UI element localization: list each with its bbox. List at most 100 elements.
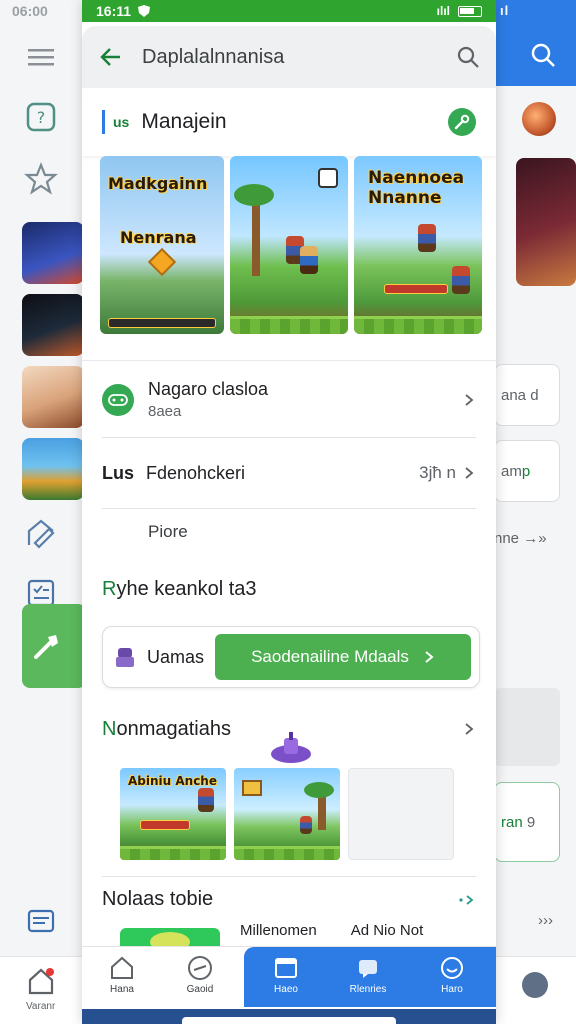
chevron-right-icon [465,393,474,406]
tree-icon [252,196,260,276]
row-title: Nagaro clasloa [148,379,269,399]
search-icon[interactable] [456,45,480,69]
nav-apps[interactable]: Haeo [256,955,316,995]
health-bar [140,820,190,830]
more-arrows-icon[interactable]: ››› [538,912,553,929]
wrench-icon [454,114,470,130]
row-text[interactable]: Piore [148,522,188,542]
svg-text:?: ? [37,108,46,127]
screenshot-carousel[interactable]: Madkgainn Nenrana Naennoea Nnanne [100,156,496,334]
game-card-placeholder[interactable] [348,768,454,860]
tools-button[interactable] [22,604,86,688]
ground [234,846,340,860]
section-title: Ryhe keankol ta3 [102,578,257,600]
search-icon[interactable] [530,42,556,68]
chevron-right-icon [465,723,474,735]
library-icon [359,960,377,978]
row-meta: 3jħ n [419,463,456,482]
character-icon [418,224,436,252]
bottom-labels: Millenomen Ad Nio Not [240,922,423,939]
install-button[interactable]: Saodenailine Mdaals [215,634,471,680]
apps-icon [275,958,297,978]
info-row[interactable]: Lus Fdenohckeri 3jħ n [82,438,496,508]
chevron-right-icon [465,467,474,479]
help-icon[interactable]: ? [22,98,60,136]
row-value: Fdenohckeri [146,462,246,483]
status-bar: 16:11 ılıl [82,0,496,22]
install-button-label: Saodenailine Mdaals [251,647,409,666]
app-prefix: us [113,114,130,130]
nav-profile[interactable]: Haro [422,955,482,995]
game-thumbnail[interactable] [22,294,84,356]
bottom-label-right: Ad Nio Not [350,922,424,939]
right-placeholder [494,688,560,766]
menu-icon[interactable] [22,38,60,76]
left-status-time: 06:00 [12,3,48,19]
home-icon[interactable] [22,962,60,1000]
star-settings-icon[interactable] [22,160,60,198]
more-icon [459,894,474,905]
character-icon [452,266,470,294]
screenshot[interactable]: Madkgainn Nenrana [100,156,224,334]
game-title: Abiniu Anche [128,774,217,788]
game-card[interactable]: Abiniu Anche [120,768,226,860]
profile-dot-icon[interactable] [522,972,548,998]
divider [102,508,476,509]
profile-icon [441,957,463,979]
right-card[interactable]: ran 9 [494,782,560,862]
nav-active-area: Haeo Rlenries Haro [244,947,496,1007]
health-bar [384,284,448,294]
document-icon[interactable] [22,902,60,940]
screenshot[interactable]: Naennoea Nnanne [354,156,482,334]
game-thumbnail[interactable] [22,366,84,428]
gamepad-icon [188,956,212,980]
home-indicator[interactable] [182,1017,396,1024]
right-header: ıl [490,0,576,86]
app-header-row: us Manajein [82,88,496,156]
controller-icon [102,383,134,416]
app-name: Manajein [141,110,227,133]
right-row-text: nne →» [494,530,547,547]
section-title[interactable]: Nolaas tobie [102,888,476,911]
game-list: Abiniu Anche [120,768,454,860]
row-subtitle: 8aea [148,403,182,420]
pause-icon[interactable] [318,168,338,188]
purple-badge-icon [271,732,311,763]
nav-library[interactable]: Rlenries [338,955,398,995]
page-title: Daplalalnnanisa [142,45,285,68]
nav-home[interactable]: Hana [92,955,152,995]
progress-bar [108,318,216,328]
right-card[interactable]: ana d [494,364,560,426]
sign-icon [242,780,262,796]
avatar[interactable] [522,102,556,136]
home-icon [111,956,133,979]
row-label: Lus [102,462,135,483]
gem-icon [147,247,177,277]
nav-games[interactable]: Gaoid [170,955,230,995]
battery-icon [458,5,482,17]
right-card[interactable]: am p [494,440,560,502]
screenshot-title: Naennoea Nnanne [368,168,465,208]
left-background-app: 06:00 ? Varanr [0,0,90,1024]
left-bottom-label: Varanr [26,1001,56,1012]
screenshot-subtitle: Nenrana [120,228,197,247]
game-thumbnail[interactable] [22,438,84,500]
accent-bar [102,110,105,134]
game-thumbnail[interactable] [22,222,84,284]
screenshot[interactable] [230,156,348,334]
character-icon [300,246,318,274]
developer-row[interactable]: Nagaro clasloa 8aea [82,360,496,438]
edit-icon[interactable] [22,514,60,552]
back-arrow-icon[interactable] [98,44,124,70]
right-status-icons: ıl [500,3,510,18]
screenshot-title: Madkgainn [108,174,208,193]
bottom-navigation: Hana Gaoid Haeo Rlenries Haro [82,946,496,1024]
game-thumbnail[interactable] [516,158,576,286]
app-detail-sheet: 16:11 ılıl Daplalalnnanisa us Manajein M… [82,0,496,1024]
tool-button[interactable] [448,108,476,136]
leaf-icon [234,184,274,206]
divider [102,876,476,877]
right-background-app: ıl ana d am p nne →» ran 9 ››› [490,0,576,1024]
install-card: Uamas Saodenailine Mdaals [102,626,480,688]
game-card[interactable] [234,768,340,860]
